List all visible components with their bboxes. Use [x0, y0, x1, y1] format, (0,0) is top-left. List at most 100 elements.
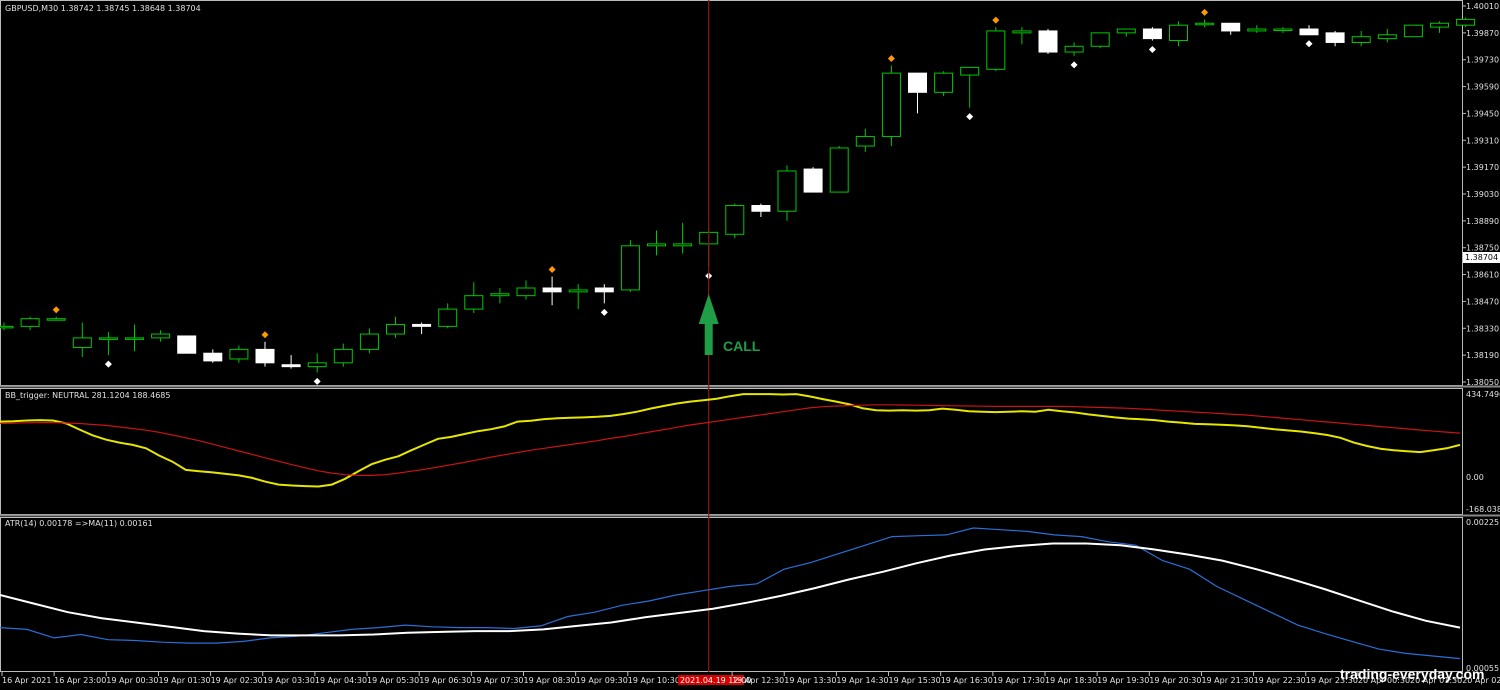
time-label: 19 Apr 10:30 [628, 676, 680, 685]
candle-body [594, 287, 614, 293]
candle-body [1221, 22, 1241, 32]
candle-body [908, 72, 927, 93]
candle-body [307, 362, 327, 368]
y-tick-label: 1.39870 [1466, 29, 1499, 38]
candle[interactable] [803, 167, 823, 193]
candle-body [855, 135, 875, 147]
y-tick-label: 1.38610 [1466, 271, 1499, 280]
candle-body [412, 323, 432, 327]
candle-body [1169, 24, 1188, 42]
candle[interactable] [1403, 24, 1423, 38]
candle-body [1064, 45, 1084, 53]
candle-body [255, 348, 275, 364]
candle[interactable] [725, 203, 745, 239]
time-label: 16 Apr 23:00 [54, 676, 106, 685]
candle-body [177, 335, 197, 354]
candle-body [46, 318, 66, 321]
candle[interactable] [829, 146, 849, 193]
y-tick-label: 0.00225 [1466, 518, 1499, 527]
candle-body [725, 205, 745, 235]
candle[interactable] [1090, 32, 1110, 49]
candle-body [1142, 28, 1162, 40]
watermark: trading-everyday.com [1340, 666, 1484, 682]
candle-body [125, 337, 144, 340]
candle-body [386, 323, 405, 335]
candle-body [803, 168, 823, 193]
time-label: 19 Apr 07:30 [471, 676, 523, 685]
candle-body [0, 325, 14, 329]
candle-body [829, 147, 849, 193]
time-label: 19 Apr 15:30 [889, 676, 941, 685]
candle[interactable] [177, 335, 197, 354]
candle-body [620, 245, 640, 291]
y-tick-label: 1.38050 [1466, 378, 1499, 387]
candle-body [229, 348, 249, 360]
candle-body [333, 348, 353, 364]
candle[interactable] [1038, 29, 1058, 54]
y-tick-label: 1.40010 [1466, 2, 1499, 11]
time-label: 19 Apr 03:30 [263, 676, 315, 685]
y-tick-label: 1.39170 [1466, 163, 1499, 172]
candle-body [542, 287, 562, 293]
y-tick-label: 1.39450 [1466, 109, 1499, 118]
y-tick-label: 1.39590 [1466, 83, 1499, 92]
candle[interactable] [881, 65, 901, 147]
time-label: 19 Apr 22:30 [1254, 676, 1306, 685]
candle-body [464, 295, 484, 310]
candle-body [1247, 28, 1267, 32]
price-pane-title: GBPUSD,M30 1.38742 1.38745 1.38648 1.387… [5, 4, 201, 13]
candle-body [20, 318, 40, 327]
candle-body [1195, 22, 1215, 26]
candle-body [151, 333, 171, 339]
time-label: 19 Apr 01:30 [158, 676, 210, 685]
candle-body [751, 205, 771, 212]
candle-body [1325, 32, 1345, 43]
y-tick-label: 1.38750 [1466, 244, 1499, 253]
candle[interactable] [1142, 27, 1162, 41]
y-tick-label: 1.38330 [1466, 324, 1499, 333]
candle-body [1351, 36, 1371, 43]
time-label: 19 Apr 06:30 [419, 676, 471, 685]
candle-body [568, 289, 588, 293]
candle-body [647, 243, 666, 247]
y-tick-label: 1.39730 [1466, 56, 1499, 65]
time-label: 19 Apr 00:30 [106, 676, 158, 685]
candle-body [98, 337, 118, 340]
y-tick-label: 1.38890 [1466, 217, 1499, 226]
candle-body [1116, 28, 1136, 34]
candle-body [1012, 30, 1032, 34]
candle-body [960, 66, 980, 76]
candle-body [986, 30, 1006, 70]
candle-body [777, 170, 797, 212]
time-label: 19 Apr 20:30 [1149, 676, 1201, 685]
candle-body [1403, 24, 1423, 38]
candle-body [72, 337, 92, 348]
candle[interactable] [1456, 17, 1476, 28]
y-tick-label: 1.39310 [1466, 136, 1499, 145]
candle-body [203, 352, 223, 362]
bb-pane-title: BB_trigger: NEUTRAL 281.1204 188.4685 [5, 391, 170, 400]
candle[interactable] [934, 71, 954, 97]
y-tick-label: 1.38470 [1466, 297, 1499, 306]
candle-body [1430, 22, 1449, 28]
time-label: 19 Apr 19:30 [1097, 676, 1149, 685]
time-label: 16 Apr 2021 [2, 676, 51, 685]
time-label: 19 Apr 17:30 [993, 676, 1045, 685]
candle-body [1090, 32, 1110, 47]
candle-body [881, 72, 901, 137]
time-label: 19 Apr 21:30 [1201, 676, 1253, 685]
candle-body [934, 72, 954, 93]
candle-body [490, 293, 510, 297]
candle-body [673, 243, 693, 247]
y-tick-label: 434.7496 [1466, 390, 1500, 399]
candle[interactable] [986, 27, 1006, 72]
y-tick-label: 0.00 [1466, 473, 1484, 482]
candle-body [438, 308, 458, 327]
candle[interactable] [620, 240, 640, 292]
time-label: 19 Apr 09:30 [576, 676, 628, 685]
time-label: 19 Apr 04:30 [315, 676, 367, 685]
candle-body [516, 287, 536, 297]
candle-body [359, 333, 379, 350]
time-label: 19 Apr 14:30 [836, 676, 888, 685]
candle-body [1456, 18, 1476, 26]
